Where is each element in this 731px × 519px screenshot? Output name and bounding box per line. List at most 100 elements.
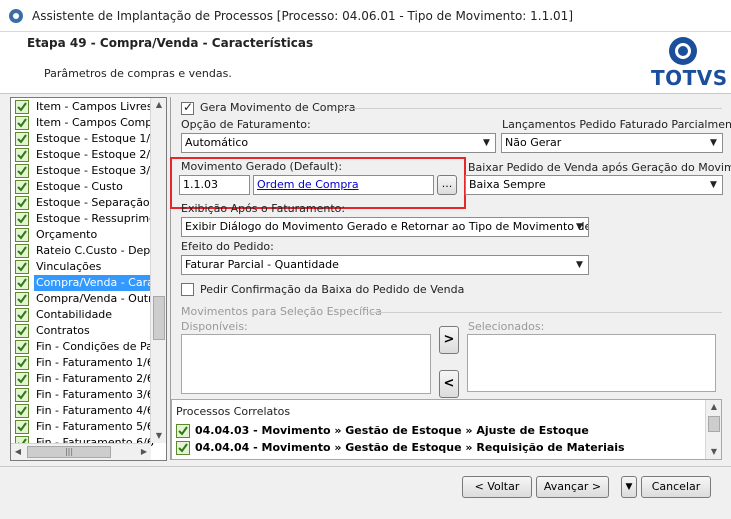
step-list-item[interactable]: Fin - Condições de Pagamento <box>15 339 155 355</box>
remove-selected-button[interactable]: < <box>439 370 459 398</box>
correlato-item-text: 04.04.04 - Movimento » Gestão de Estoque… <box>195 441 625 454</box>
lancamentos-parcial-value: Não Gerar <box>505 136 562 149</box>
group-divider <box>366 312 722 313</box>
processos-correlatos-title: Processos Correlatos <box>176 405 291 418</box>
completed-check-icon <box>15 340 29 354</box>
lancamentos-parcial-select[interactable]: Não Gerar ▼ <box>501 133 723 153</box>
step-list-item[interactable]: Rateio C.Custo - Departamento <box>15 243 155 259</box>
exibicao-apos-select[interactable]: Exibir Diálogo do Movimento Gerado e Ret… <box>181 217 589 237</box>
opcao-faturamento-select[interactable]: Automático ▼ <box>181 133 496 153</box>
efeito-pedido-label: Efeito do Pedido: <box>181 240 274 253</box>
step-list-item-label: Compra/Venda - Outros <box>36 292 155 305</box>
step-list-item[interactable]: Estoque - Separação <box>15 195 155 211</box>
step-list-item-label: Fin - Faturamento 5/6 <box>36 420 154 433</box>
completed-check-icon <box>15 292 29 306</box>
step-list-vertical-scrollbar[interactable]: ▲ ▼ <box>150 98 166 443</box>
scroll-right-icon[interactable]: ▶ <box>137 444 151 460</box>
completed-check-icon <box>15 404 29 418</box>
scroll-thumb[interactable] <box>708 416 720 432</box>
step-list-item[interactable]: Contabilidade <box>15 307 155 323</box>
step-list-item[interactable]: Fin - Faturamento 4/6 <box>15 403 155 419</box>
chevron-down-icon[interactable]: ▼ <box>478 134 495 152</box>
selecionados-list[interactable] <box>467 334 716 392</box>
completed-check-icon <box>15 260 29 274</box>
app-icon <box>9 9 23 23</box>
completed-check-icon <box>15 132 29 146</box>
totvs-logo: TOTVS <box>651 36 727 94</box>
scroll-down-icon[interactable]: ▼ <box>706 445 721 459</box>
completed-check-icon <box>15 116 29 130</box>
completed-check-icon <box>15 148 29 162</box>
step-list-item[interactable]: Item - Campos Complementares <box>15 115 155 131</box>
step-list-item-label: Fin - Faturamento 2/6 <box>36 372 154 385</box>
step-list-item-label: Item - Campos Complementares <box>36 116 155 129</box>
exibicao-apos-value: Exibir Diálogo do Movimento Gerado e Ret… <box>185 220 588 233</box>
step-list-item[interactable]: Item - Campos Livres 2/3 <box>15 99 155 115</box>
step-list-item-label: Orçamento <box>36 228 98 241</box>
scroll-thumb-horizontal[interactable]: ||| <box>27 446 111 458</box>
completed-check-icon <box>15 196 29 210</box>
step-list-item[interactable]: Fin - Faturamento 1/6 <box>15 355 155 371</box>
chevron-down-icon[interactable]: ▼ <box>571 256 588 274</box>
process-check-icon <box>176 424 190 438</box>
step-list-item[interactable]: Fin - Faturamento 3/6 <box>15 387 155 403</box>
disponiveis-list[interactable] <box>181 334 431 394</box>
baixar-pedido-select[interactable]: Baixa Sempre ▼ <box>465 175 723 195</box>
completed-check-icon <box>15 372 29 386</box>
step-list-horizontal-scrollbar[interactable]: ◀ ||| ▶ <box>11 443 151 460</box>
process-check-icon <box>176 441 190 455</box>
step-list-item-label: Fin - Condições de Pagamento <box>36 340 155 353</box>
step-list-item-label: Estoque - Estoque 1/3 <box>36 132 155 145</box>
step-list-item[interactable]: Estoque - Custo <box>15 179 155 195</box>
pedir-confirmacao-label: Pedir Confirmação da Baixa do Pedido de … <box>200 283 465 296</box>
scroll-left-icon[interactable]: ◀ <box>11 444 25 460</box>
step-list-item[interactable]: Contratos <box>15 323 155 339</box>
correlatos-scrollbar[interactable]: ▲ ▼ <box>705 400 721 459</box>
add-selected-button[interactable]: > <box>439 326 459 354</box>
scroll-up-icon[interactable]: ▲ <box>151 98 166 112</box>
next-button[interactable]: Avançar > <box>536 476 609 498</box>
step-list-item[interactable]: Estoque - Estoque 2/3 <box>15 147 155 163</box>
chevron-down-icon[interactable]: ▼ <box>705 176 722 194</box>
chevron-down-icon[interactable]: ▼ <box>705 134 722 152</box>
gera-movimento-compra-checkbox[interactable] <box>181 100 194 115</box>
step-list-item-label: Estoque - Estoque 2/3 <box>36 148 155 161</box>
step-list-item[interactable]: Estoque - Estoque 1/3 <box>15 131 155 147</box>
completed-check-icon <box>15 308 29 322</box>
step-list-item[interactable]: Orçamento <box>15 227 155 243</box>
completed-check-icon <box>15 276 29 290</box>
exibicao-apos-label: Exibição Após o Faturamento: <box>181 202 346 215</box>
step-list-item[interactable]: Estoque - Ressuprimento <box>15 211 155 227</box>
completed-check-icon <box>15 228 29 242</box>
step-subtitle: Parâmetros de compras e vendas. <box>44 67 232 80</box>
efeito-pedido-value: Faturar Parcial - Quantidade <box>185 258 339 271</box>
scroll-up-icon[interactable]: ▲ <box>706 400 721 414</box>
completed-check-icon <box>15 212 29 226</box>
step-list-item[interactable]: Fin - Faturamento 2/6 <box>15 371 155 387</box>
chevron-down-icon[interactable]: ▼ <box>571 218 588 236</box>
processos-correlatos-panel: Processos Correlatos 04.04.03 - Moviment… <box>171 399 722 460</box>
step-list-item[interactable]: Vinculações <box>15 259 155 275</box>
scroll-down-icon[interactable]: ▼ <box>151 429 166 443</box>
completed-check-icon <box>15 180 29 194</box>
correlato-item-text: 04.04.03 - Movimento » Gestão de Estoque… <box>195 424 589 437</box>
back-button[interactable]: < Voltar <box>462 476 532 498</box>
pedir-confirmacao-checkbox[interactable] <box>181 283 194 296</box>
step-list[interactable]: Item - Campos Livres 2/3 Item - Campos Co… <box>10 97 167 461</box>
chevron-down-icon: ▼ <box>625 482 633 492</box>
scroll-thumb[interactable] <box>153 296 165 340</box>
step-list-item[interactable]: Compra/Venda - Características <box>15 275 155 291</box>
step-list-item[interactable]: Estoque - Estoque 3/3 <box>15 163 155 179</box>
options-dropdown-button[interactable]: ▼ <box>621 476 637 498</box>
step-list-item[interactable]: Compra/Venda - Outros <box>15 291 155 307</box>
step-list-item-label: Rateio C.Custo - Departamento <box>36 244 155 257</box>
step-list-item-label: Estoque - Custo <box>36 180 123 193</box>
group-divider <box>339 108 722 109</box>
completed-check-icon <box>15 388 29 402</box>
step-title: Etapa 49 - Compra/Venda - Característica… <box>27 36 314 50</box>
efeito-pedido-select[interactable]: Faturar Parcial - Quantidade ▼ <box>181 255 589 275</box>
step-list-item-label: Estoque - Ressuprimento <box>36 212 155 225</box>
step-list-item-label: Fin - Faturamento 4/6 <box>36 404 154 417</box>
cancel-button[interactable]: Cancelar <box>641 476 711 498</box>
step-list-item[interactable]: Fin - Faturamento 5/6 <box>15 419 155 435</box>
